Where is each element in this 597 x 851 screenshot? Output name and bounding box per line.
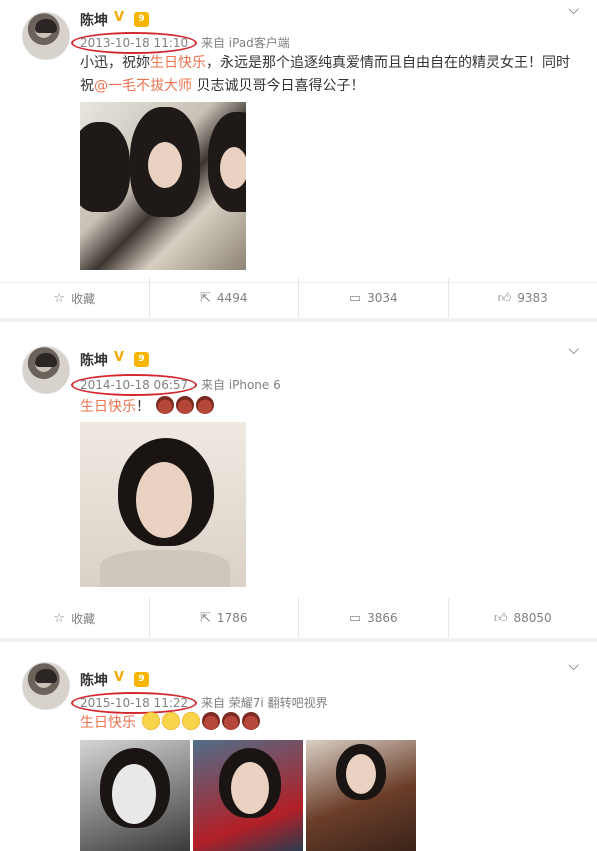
text-segment: ！: [136, 399, 150, 415]
post-text: 生日快乐！: [80, 396, 575, 419]
post-image[interactable]: [80, 102, 246, 270]
smile-emoji-icon: [162, 712, 181, 730]
repost-count: 1786: [216, 611, 248, 625]
post-timestamp[interactable]: 2014-10-18 06:57: [71, 374, 198, 396]
comment-count: 3034: [367, 291, 398, 305]
post-image[interactable]: [306, 740, 416, 851]
favorite-button[interactable]: ☆ 收藏: [0, 598, 149, 638]
favorite-label: 收藏: [71, 291, 96, 306]
repost-icon: ⇱: [200, 610, 211, 626]
vip-crown-icon[interactable]: 9: [134, 352, 149, 367]
avatar[interactable]: [22, 346, 70, 394]
author-name[interactable]: 陈坤: [80, 670, 108, 690]
post-text: 生日快乐: [80, 712, 575, 735]
chevron-down-icon[interactable]: ⌵: [568, 342, 579, 358]
repost-button[interactable]: ⇱ 1786: [148, 598, 299, 638]
like-count: 88050: [513, 611, 552, 625]
repost-count: 4494: [216, 291, 248, 305]
post-meta: 2013-10-18 11:10 来自 iPad客户端: [71, 32, 290, 54]
hashtag-highlight[interactable]: 生日快乐: [80, 715, 136, 731]
hashtag-highlight[interactable]: 生日快乐: [150, 55, 206, 71]
like-button[interactable]: 👍︎ 9383: [447, 278, 597, 318]
verified-badge-icon: V: [114, 10, 125, 25]
repost-icon: ⇱: [200, 290, 211, 306]
verified-badge-icon: V: [114, 670, 125, 685]
chevron-down-icon[interactable]: ⌵: [568, 658, 579, 674]
post-timestamp[interactable]: 2015-10-18 11:22: [71, 692, 198, 714]
comment-icon: ▭: [348, 610, 362, 626]
comment-button[interactable]: ▭ 3866: [298, 598, 448, 638]
cake-emoji-icon: [176, 396, 195, 414]
avatar[interactable]: [22, 12, 70, 60]
post-image[interactable]: [80, 740, 190, 851]
vip-crown-icon[interactable]: 9: [134, 672, 149, 687]
cake-emoji-icon: [156, 396, 175, 414]
weibo-post-1: 陈坤 V 9 ⌵ 2013-10-18 11:10 来自 iPad客户端 小迅，…: [0, 0, 597, 318]
thumbs-up-icon: 👍︎: [497, 290, 512, 306]
post-image[interactable]: [193, 740, 303, 851]
post-meta: 2015-10-18 11:22 来自 荣耀7i 翻转吧视界: [71, 692, 328, 714]
user-mention[interactable]: @一毛不拔大师: [94, 78, 192, 94]
weibo-post-3: 陈坤 V 9 ⌵ 2015-10-18 11:22 来自 荣耀7i 翻转吧视界 …: [0, 642, 597, 851]
author-name[interactable]: 陈坤: [80, 10, 108, 30]
cake-emoji-icon: [196, 396, 215, 414]
star-icon: ☆: [53, 290, 66, 306]
vip-crown-icon[interactable]: 9: [134, 12, 149, 27]
post-timestamp[interactable]: 2013-10-18 11:10: [71, 32, 198, 54]
cake-emoji-icon: [202, 712, 221, 730]
cake-emoji-icon: [242, 712, 261, 730]
post-meta: 2014-10-18 06:57 来自 iPhone 6: [71, 374, 281, 396]
post-source: 来自 iPad客户端: [200, 36, 290, 50]
smile-emoji-icon: [142, 712, 161, 730]
like-count: 9383: [517, 291, 548, 305]
smile-emoji-icon: [182, 712, 201, 730]
hashtag-highlight[interactable]: 生日快乐: [80, 399, 136, 415]
post-image[interactable]: [80, 422, 246, 587]
author-name[interactable]: 陈坤: [80, 350, 108, 370]
text-segment: 小迅，祝妳: [80, 55, 150, 71]
post-source: 来自 荣耀7i 翻转吧视界: [200, 696, 328, 710]
like-button[interactable]: 👍︎ 88050: [447, 598, 597, 638]
thumbs-up-icon: 👍︎: [493, 610, 508, 626]
verified-badge-icon: V: [114, 350, 125, 365]
post-text: 小迅，祝妳生日快乐，永远是那个追逐纯真爱情而且自由自在的精灵女王！同时祝@一毛不…: [80, 52, 575, 98]
favorite-button[interactable]: ☆ 收藏: [0, 278, 149, 318]
cake-emoji-icon: [222, 712, 241, 730]
comment-button[interactable]: ▭ 3034: [298, 278, 448, 318]
action-bar: ☆ 收藏 ⇱ 1786 ▭ 3866 👍︎ 88050: [0, 598, 597, 638]
text-segment: 贝志诚贝哥今日喜得公子！: [192, 78, 365, 94]
post-source: 来自 iPhone 6: [200, 378, 281, 392]
avatar[interactable]: [22, 662, 70, 710]
weibo-post-2: 陈坤 V 9 ⌵ 2014-10-18 06:57 来自 iPhone 6 生日…: [0, 322, 597, 638]
chevron-down-icon[interactable]: ⌵: [568, 2, 579, 18]
comment-count: 3866: [367, 611, 398, 625]
star-icon: ☆: [53, 610, 66, 626]
favorite-label: 收藏: [71, 611, 96, 626]
action-bar: ☆ 收藏 ⇱ 4494 ▭ 3034 👍︎ 9383: [0, 278, 597, 318]
comment-icon: ▭: [348, 290, 362, 306]
repost-button[interactable]: ⇱ 4494: [148, 278, 299, 318]
